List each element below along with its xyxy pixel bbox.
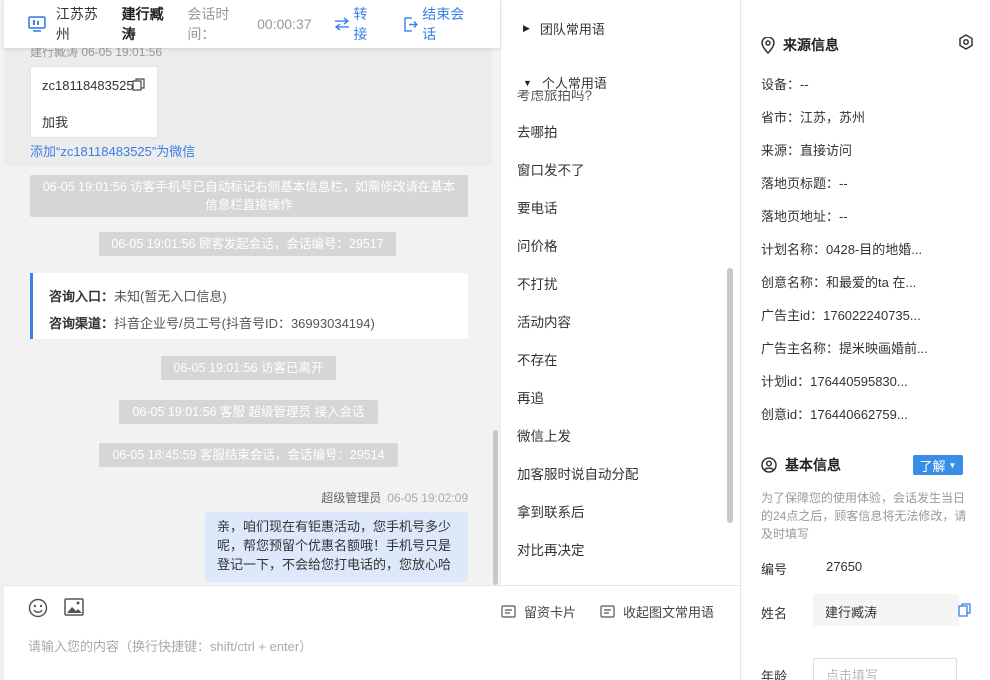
system-message-start: 06-05 19:01:56 顾客发起会话，会话编号：29517 bbox=[99, 232, 396, 256]
session-time-label: 会话时间： bbox=[187, 6, 230, 42]
collapse-phrases-label: 收起图文常用语 bbox=[623, 605, 715, 620]
session-time-value: 00:00:37 bbox=[257, 16, 312, 32]
session-header: 江苏苏州 建行臧涛 会话时间： 00:00:37 转接 结束会话 bbox=[4, 0, 500, 48]
caret-right-icon: ▶ bbox=[523, 23, 530, 33]
customer-info-panel: 来源信息 设备：-- 省市：江苏，苏州 来源：直接访问 落地页标题：-- 落地页… bbox=[740, 0, 990, 680]
phrase-item[interactable]: 加客服时说自动分配 bbox=[517, 463, 639, 483]
lead-card-button[interactable]: 留资卡片 bbox=[501, 602, 576, 621]
lead-card-label: 留资卡片 bbox=[524, 605, 577, 620]
phrase-item[interactable]: 不打扰 bbox=[517, 273, 558, 293]
emoji-icon[interactable] bbox=[28, 598, 48, 618]
system-message-end: 06-05 18:45:59 客服结束会话，会话编号：29514 bbox=[99, 443, 398, 467]
image-icon[interactable] bbox=[64, 598, 84, 616]
agent-name: 超级管理员 bbox=[321, 491, 382, 505]
phrase-item[interactable]: 要电话 bbox=[517, 197, 558, 217]
source-plan-id: 计划id：176440595830... bbox=[761, 374, 908, 389]
transfer-label: 转接 bbox=[353, 6, 368, 42]
monitor-icon bbox=[28, 16, 46, 32]
basic-info-label: 基本信息 bbox=[785, 457, 841, 473]
phrase-item[interactable]: 不存在 bbox=[517, 349, 558, 369]
chat-panel: 建行臧涛 06-05 19:01:56 zc18118483525 加我 添加“… bbox=[0, 0, 500, 585]
system-message-auto-mark: 06-05 19:01:56 访客手机号已自动标记右侧基本信息栏，如需修改请在基… bbox=[30, 175, 468, 217]
message-list: 建行臧涛 06-05 19:01:56 zc18118483525 加我 添加“… bbox=[4, 0, 492, 585]
settings-icon[interactable] bbox=[958, 34, 974, 50]
age-label: 年龄 bbox=[761, 669, 788, 680]
end-session-label: 结束会话 bbox=[422, 6, 465, 42]
name-field[interactable]: 建行臧涛 bbox=[813, 594, 959, 626]
source-creative-id: 创意id：176440662759... bbox=[761, 407, 908, 422]
copy-icon[interactable] bbox=[132, 78, 145, 91]
basic-info-title: 基本信息 bbox=[761, 455, 841, 475]
copy-icon[interactable] bbox=[958, 603, 971, 617]
phrase-item[interactable]: 去哪拍 bbox=[517, 121, 558, 141]
source-info-label: 来源信息 bbox=[783, 37, 839, 53]
agent-message-bubble: 亲，咱们现在有钜惠活动，您手机号多少呢，帮您预留个优惠名额哦！手机号只是登记一下… bbox=[205, 512, 468, 582]
source-device: 设备：-- bbox=[761, 77, 809, 92]
phrases-icon bbox=[600, 605, 615, 618]
collapse-phrases-button[interactable]: 收起图文常用语 bbox=[600, 602, 714, 621]
message-input[interactable]: 请输入您的内容（换行快捷键：shift/ctrl + enter） bbox=[28, 636, 312, 655]
caret-down-icon: ▼ bbox=[523, 77, 532, 88]
wechat-card: zc18118483525 加我 bbox=[30, 66, 158, 138]
edit-deadline-hint: 为了保障您的使用体验，会话发生当日的24点之后，顾客信息将无法修改，请及时填写 bbox=[761, 491, 967, 541]
phrase-item[interactable]: 拿到联系后 bbox=[517, 501, 585, 521]
entry-value: 未知(暂无入口信息) bbox=[114, 289, 227, 304]
personal-phrases-group[interactable]: ▼ 个人常用语 bbox=[523, 73, 607, 92]
team-phrases-group[interactable]: ▶ 团队常用语 bbox=[523, 19, 605, 38]
phrase-item[interactable]: 对比再决定 bbox=[517, 539, 585, 559]
entry-label: 咨询入口： bbox=[49, 289, 115, 304]
system-message-left: 06-05 19:01:56 访客已离开 bbox=[161, 356, 336, 380]
source-advertiser-name: 广告主名称：提米映画婚前... bbox=[761, 341, 928, 356]
card-action-text: 加我 bbox=[42, 115, 69, 130]
learn-more-label: 了解 bbox=[919, 458, 946, 474]
channel-label: 咨询渠道： bbox=[49, 316, 115, 331]
system-message-join: 06-05 19:01:56 客服 超级管理员 接入会话 bbox=[119, 400, 378, 424]
channel-value: 抖音企业号/员工号(抖音号ID：36993034194) bbox=[114, 316, 375, 331]
age-field[interactable]: 点击填写 bbox=[813, 658, 957, 680]
source-info-title: 来源信息 bbox=[761, 35, 839, 55]
source-province: 省市：江苏，苏州 bbox=[761, 110, 866, 125]
phrase-item[interactable]: 再追 bbox=[517, 387, 544, 407]
source-from: 来源：直接访问 bbox=[761, 143, 853, 158]
phrase-item[interactable]: 问价格 bbox=[517, 235, 558, 255]
chat-scrollbar[interactable] bbox=[493, 430, 498, 585]
source-creative-name: 创意名称：和最爱的ta 在... bbox=[761, 275, 917, 290]
message-input-area: 留资卡片 收起图文常用语 请输入您的内容（换行快捷键：shift/ctrl + … bbox=[4, 585, 740, 680]
visitor-location: 江苏苏州 bbox=[55, 6, 98, 42]
source-landing-url: 落地页地址：-- bbox=[761, 209, 848, 224]
common-phrases-panel: ▶ 团队常用语 ▼ 个人常用语 考虑旅拍吗? 去哪拍 窗口发不了 要电话 问价格… bbox=[500, 0, 740, 585]
card-account: zc18118483525 bbox=[42, 78, 134, 93]
source-plan-name: 计划名称：0428-目的地婚... bbox=[761, 242, 923, 257]
exit-icon bbox=[404, 16, 419, 32]
source-advertiser-id: 广告主id：176022240735... bbox=[761, 308, 921, 323]
phrase-item[interactable]: 活动内容 bbox=[517, 311, 571, 331]
add-wechat-link[interactable]: 添加“zc18118483525”为微信 bbox=[30, 141, 195, 160]
transfer-button[interactable]: 转接 bbox=[334, 4, 382, 44]
end-session-button[interactable]: 结束会话 bbox=[403, 4, 478, 44]
personal-phrases-label: 个人常用语 bbox=[541, 76, 607, 91]
phrases-scrollbar[interactable] bbox=[727, 268, 733, 523]
source-landing-title: 落地页标题：-- bbox=[761, 176, 848, 191]
location-icon bbox=[761, 36, 775, 54]
agent-message-meta: 超级管理员 06-05 19:02:09 bbox=[321, 489, 468, 506]
visitor-name: 建行臧涛 bbox=[121, 6, 164, 42]
phrase-item[interactable]: 微信上发 bbox=[517, 425, 571, 445]
id-label: 编号 bbox=[761, 562, 788, 577]
dropdown-caret-icon: ▼ bbox=[948, 460, 957, 470]
card-icon bbox=[501, 605, 516, 618]
id-value: 27650 bbox=[826, 559, 863, 574]
user-icon bbox=[761, 457, 777, 473]
team-phrases-label: 团队常用语 bbox=[539, 22, 605, 37]
agent-time: 06-05 19:02:09 bbox=[387, 491, 468, 505]
consult-info-card: 咨询入口：未知(暂无入口信息) 咨询渠道：抖音企业号/员工号(抖音号ID：369… bbox=[30, 273, 468, 339]
learn-more-button[interactable]: 了解 ▼ bbox=[913, 455, 963, 475]
name-label: 姓名 bbox=[761, 606, 788, 621]
transfer-icon bbox=[334, 17, 349, 31]
phrase-item[interactable]: 窗口发不了 bbox=[517, 159, 585, 179]
